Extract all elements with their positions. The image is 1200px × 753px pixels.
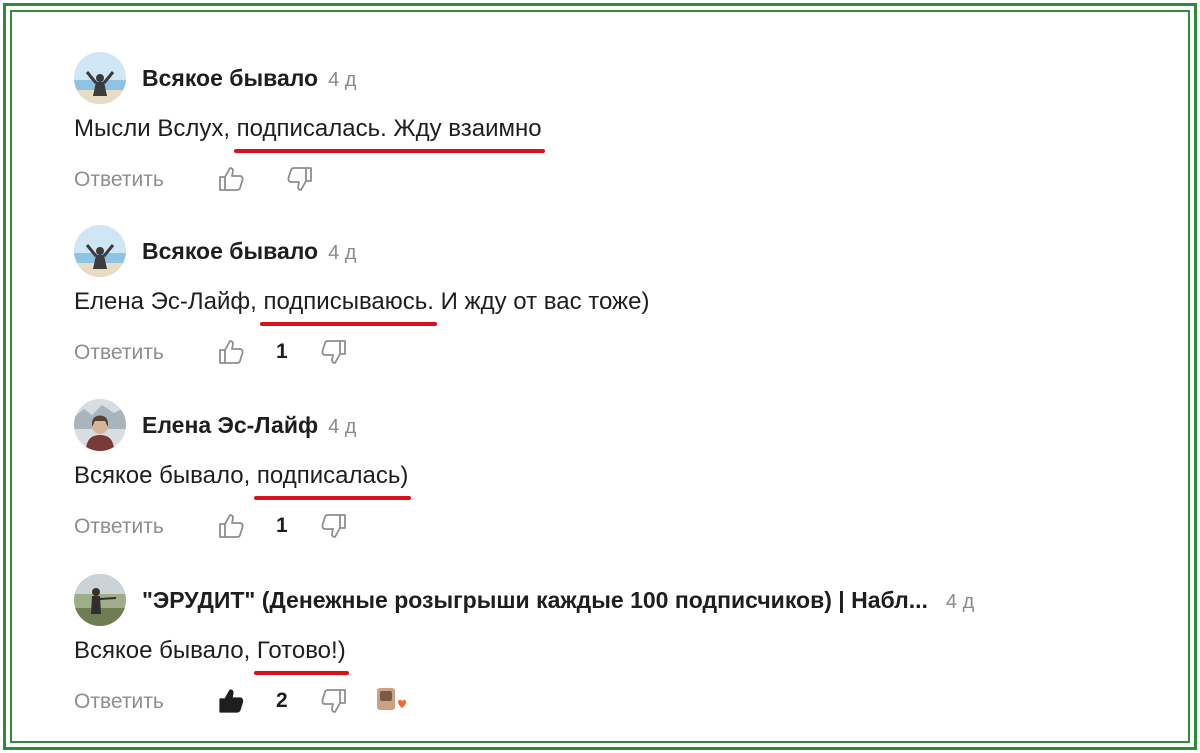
avatar[interactable] [74,52,126,104]
thumbs-down-icon[interactable] [286,165,314,193]
thumbs-up-filled-icon[interactable] [217,687,245,715]
underlined-text: подписалась) [253,462,412,500]
thumbs-down-icon[interactable] [320,338,348,366]
author-liked-badge-icon [374,685,408,715]
comment-text: Мысли Вслух, подписалась. Жду взаимно [74,115,545,153]
avatar[interactable] [74,225,126,277]
thumbs-up-icon[interactable] [217,512,245,540]
avatar[interactable] [74,399,126,451]
text-plain: Всякое бывало, [74,462,251,489]
comment-2: Всякое бывало 4 д Елена Эс-Лайф, подписыв… [74,225,1174,390]
thumbs-up-icon[interactable] [217,165,245,193]
comment-time: 4 д [328,242,357,264]
thumbs-down-icon[interactable] [320,687,348,715]
underlined-text: Готово!) [253,637,349,675]
text-plain: Всякое бывало, [74,637,251,664]
text-plain-after: И жду от вас тоже) [433,288,650,315]
thumbs-down-icon[interactable] [320,512,348,540]
reply-button[interactable]: Ответить [74,341,164,365]
underlined-text: подписываюсь. [260,288,438,326]
thumbs-up-icon[interactable] [217,338,245,366]
reply-button[interactable]: Ответить [74,690,164,714]
author-name[interactable]: "ЭРУДИТ" (Денежные розыгрыши каждые 100 … [142,587,928,613]
comment-1: Всякое бывало 4 д Мысли Вслух, подписалас… [74,52,1174,217]
underlined-text: подписалась. Жду взаимно [233,115,545,153]
comment-text: Всякое бывало, Готово!) [74,637,349,675]
text-plain: Мысли Вслух, [74,115,230,142]
comment-time: 4 д [328,416,357,438]
comment-4: "ЭРУДИТ" (Денежные розыгрыши каждые 100 … [74,574,1174,739]
author-name[interactable]: Всякое бывало [142,238,318,264]
comment-3: Елена Эс-Лайф 4 д Всякое бывало, подписал… [74,399,1174,564]
like-count: 1 [276,514,288,537]
text-plain: Елена Эс-Лайф, [74,288,257,315]
like-count: 2 [276,689,288,712]
comment-time: 4 д [945,591,975,613]
author-name[interactable]: Всякое бывало [142,65,318,91]
avatar[interactable] [74,574,126,626]
author-name[interactable]: Елена Эс-Лайф [142,412,318,438]
comment-text: Всякое бывало, подписалась) [74,462,412,500]
like-count: 1 [276,340,288,363]
comment-time: 4 д [328,69,357,91]
reply-button[interactable]: Ответить [74,515,164,539]
comment-text: Елена Эс-Лайф, подписываюсь. И жду от ва… [74,288,650,326]
reply-button[interactable]: Ответить [74,168,164,192]
